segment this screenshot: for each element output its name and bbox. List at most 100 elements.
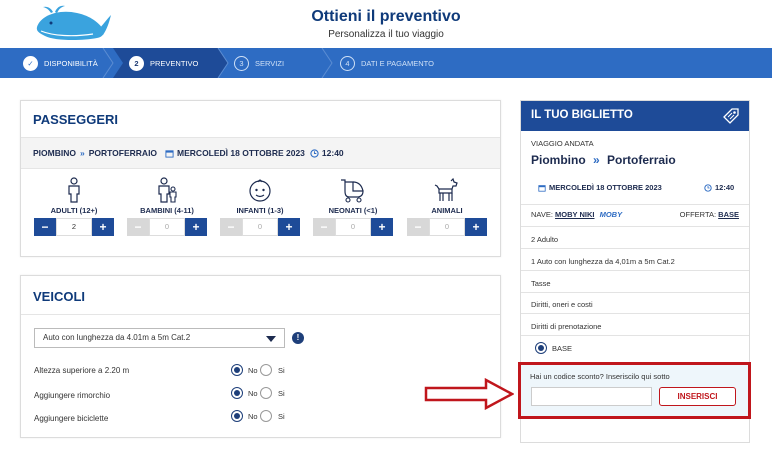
passengers-title: PASSEGGERI [33, 112, 119, 127]
option-height: Altezza superiore a 2.20 m No Si [34, 364, 494, 378]
page-title: Ottieni il preventivo [311, 8, 461, 25]
minus-button[interactable]: − [34, 218, 56, 236]
children-stepper: − 0 + [127, 218, 207, 236]
offer-info: OFFERTA: BASE [680, 210, 739, 219]
divider [521, 270, 749, 271]
step-label: PREVENTIVO [150, 58, 199, 68]
route-to: PORTOFERRAIO [88, 148, 158, 158]
calendar-icon [165, 149, 174, 158]
ship-label: NAVE: [531, 210, 553, 219]
double-chevron-icon: » [79, 148, 85, 158]
plus-button[interactable]: + [92, 218, 114, 236]
divider [521, 204, 749, 205]
pax-animals: ANIMALI − 0 + [402, 177, 492, 236]
pax-label: BAMBINI (4-11) [140, 206, 194, 215]
child-icon [158, 177, 177, 203]
offer-label: OFFERTA: [679, 210, 717, 219]
step-dati-pagamento[interactable]: 4 DATI E PAGAMENTO [340, 48, 434, 78]
radio-yes[interactable] [260, 387, 272, 399]
infants-stepper: − 0 + [220, 218, 300, 236]
offer-link[interactable]: BASE [718, 210, 739, 219]
route-from: PIOMBINO [33, 148, 76, 158]
step-disponibilita[interactable]: ✓ DISPONIBILITÀ [23, 48, 98, 78]
ticket-time: 12:40 [715, 183, 735, 192]
option-label: Altezza superiore a 2.20 m [34, 366, 130, 375]
radio-yes-label: Si [278, 412, 285, 421]
route-date: MERCOLEDÌ 18 OTTOBRE 2023 [177, 148, 305, 158]
ticket-item: Tasse [531, 279, 551, 288]
animals-value[interactable]: 0 [429, 218, 465, 236]
plus-button[interactable]: + [278, 218, 300, 236]
minus-button[interactable]: − [407, 218, 429, 236]
newborns-value[interactable]: 0 [335, 218, 371, 236]
passengers-card: PASSEGGERI PIOMBINO » PORTOFERRAIO MERCO… [20, 100, 501, 257]
double-chevron-icon: » [593, 153, 600, 167]
step-servizi[interactable]: 3 SERVIZI [234, 48, 284, 78]
minus-button[interactable]: − [127, 218, 149, 236]
plus-button[interactable]: + [465, 218, 487, 236]
ticket-title: IL TUO BIGLIETTO [531, 109, 633, 121]
insert-code-button[interactable]: INSERISCI [659, 387, 736, 406]
radio-yes[interactable] [260, 364, 272, 376]
radio-no[interactable] [231, 364, 243, 376]
ticket-route: Piombino » Portoferraio [531, 153, 676, 167]
promo-code-box: Hai un codice sconto? Inseriscilo qui so… [518, 362, 751, 419]
step-number: 2 [129, 55, 144, 71]
ticket-item: Diritti, oneri e costi [531, 300, 593, 309]
route-time: 12:40 [321, 148, 344, 158]
minus-button[interactable]: − [313, 218, 335, 236]
animals-stepper: − 0 + [407, 218, 487, 236]
vehicle-select-value: Auto con lunghezza da 4.01m a 5m Cat.2 [43, 333, 191, 342]
newborns-stepper: − 0 + [313, 218, 393, 236]
radio-yes[interactable] [260, 410, 272, 422]
radio-no[interactable] [231, 410, 243, 422]
ticket-item: 2 Adulto [531, 235, 559, 244]
pax-newborns: NEONATI (<1) − 0 + [308, 177, 398, 236]
divider [521, 335, 749, 336]
ticket-from: Piombino [531, 153, 586, 167]
radio-yes-label: Si [278, 366, 285, 375]
dog-icon [434, 177, 458, 201]
divider [521, 248, 749, 249]
moby-logo: MOBY [599, 210, 623, 219]
step-label: SERVIZI [255, 58, 285, 68]
check-icon: ✓ [23, 55, 38, 71]
fare-label: BASE [552, 344, 573, 353]
option-bikes: Aggiungere biciclette No Si [34, 410, 494, 424]
page-header: Ottieni il preventivo Personalizza il tu… [0, 0, 772, 47]
page-subtitle: Personalizza il tuo viaggio [328, 29, 444, 40]
pax-adults: ADULTI (12+) − 2 + [29, 177, 119, 236]
plus-button[interactable]: + [185, 218, 207, 236]
adults-value[interactable]: 2 [56, 218, 92, 236]
pax-label: INFANTI (1-3) [236, 206, 284, 215]
pax-children: BAMBINI (4-11) − 0 + [122, 177, 212, 236]
option-label: Aggiungere rimorchio [34, 391, 111, 400]
infant-icon [249, 179, 271, 202]
divider [521, 226, 749, 227]
promo-code-input[interactable] [531, 387, 652, 406]
ticket-item: 1 Auto con lunghezza da 4,01m a 5m Cat.2 [531, 257, 675, 266]
route-summary: PIOMBINO » PORTOFERRAIO MERCOLEDÌ 18 OTT… [21, 137, 500, 169]
pax-infants: INFANTI (1-3) − 0 + [215, 177, 305, 236]
caret-down-icon [266, 336, 276, 342]
step-preventivo[interactable]: 2 PREVENTIVO [129, 48, 198, 78]
fare-radio[interactable] [535, 342, 547, 354]
radio-yes-label: Si [278, 389, 285, 398]
vehicles-title: VEICOLI [33, 289, 86, 304]
info-icon[interactable]: ! [292, 332, 304, 344]
infants-value[interactable]: 0 [242, 218, 278, 236]
pax-label: ADULTI (12+) [50, 206, 98, 215]
clock-icon [704, 184, 712, 192]
plus-button[interactable]: + [371, 218, 393, 236]
children-value[interactable]: 0 [149, 218, 185, 236]
minus-button[interactable]: − [220, 218, 242, 236]
ship-name-link[interactable]: MOBY NIKI [555, 210, 594, 219]
option-label: Aggiungere biciclette [34, 414, 109, 423]
divider [21, 314, 500, 315]
progress-stepbar: ✓ DISPONIBILITÀ 2 PREVENTIVO 3 SERVIZI 4… [0, 48, 772, 78]
ticket-date: MERCOLEDÌ 18 OTTOBRE 2023 [549, 183, 662, 192]
step-number: 3 [234, 55, 249, 71]
vehicle-select[interactable]: Auto con lunghezza da 4.01m a 5m Cat.2 [34, 328, 285, 348]
step-number: 4 [340, 55, 355, 71]
radio-no[interactable] [231, 387, 243, 399]
